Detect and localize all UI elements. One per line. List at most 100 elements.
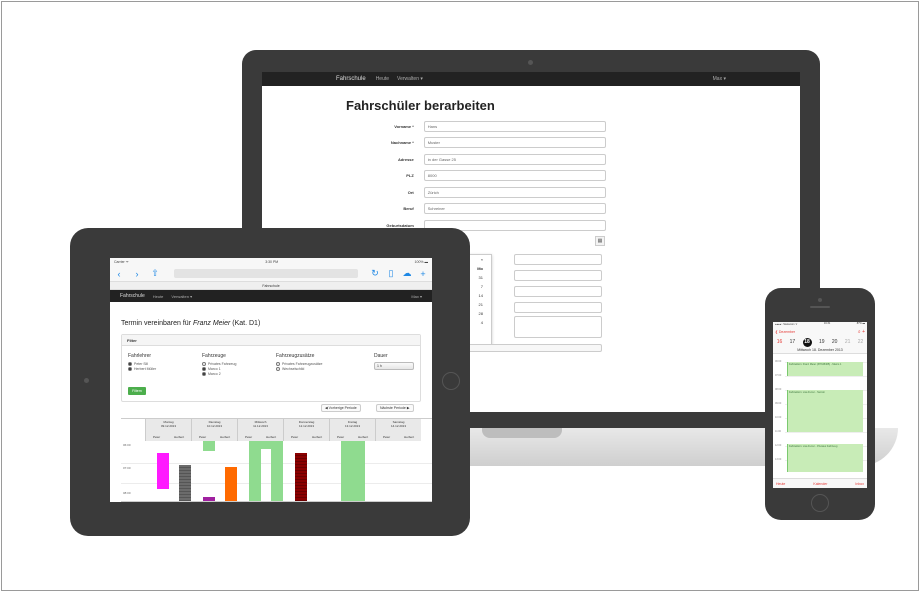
reload-icon[interactable]: ↻ [370, 268, 380, 279]
cloud-icon[interactable]: ☁ [402, 268, 412, 279]
calendar-event[interactable]: Fahrlektion: Franz Meier (ZH345465) - Ma… [787, 362, 863, 376]
option-label: Marco 2 [208, 372, 221, 376]
dauer-select[interactable]: 1 h [374, 362, 414, 370]
bookmarks-icon[interactable]: ▯ [386, 268, 396, 279]
tablet-home-button[interactable] [442, 372, 460, 390]
appointment-block[interactable] [295, 453, 307, 502]
sub-col-label: Peter [382, 435, 391, 439]
ort-input[interactable]: Zürich [423, 186, 606, 198]
day-cell[interactable]: 21 [845, 339, 851, 345]
day-timeline: 06:00 07:00 08:00 09:00 10:00 11:00 12:0… [773, 358, 867, 476]
tab-inbox[interactable]: Inbox [855, 482, 864, 486]
share-icon[interactable]: ⇧ [150, 268, 160, 279]
tablet-navbar: Fahrschule Heute Verwalten ▾ Max ▾ [110, 290, 432, 302]
checkbox-unchecked[interactable] [276, 367, 280, 371]
notes-textarea[interactable] [514, 316, 602, 338]
free-slot-block[interactable] [203, 441, 215, 451]
appointment-block[interactable] [225, 467, 237, 502]
filter-option[interactable]: Privates Fahrzeugzusätze [276, 362, 322, 366]
calendar-event[interactable]: Fahrlektion: Lisa Furrer - Suzuki [787, 390, 863, 432]
day-subcolumns: Peter Herbert [238, 435, 283, 439]
plz-input[interactable]: 8000 [423, 170, 606, 181]
title-prefix: Termin vereinbaren für [121, 320, 193, 327]
appointment-block[interactable] [157, 453, 169, 489]
checkbox-checked[interactable] [202, 372, 206, 376]
checkbox-checked[interactable] [202, 367, 206, 371]
checkbox-checked[interactable] [128, 362, 132, 366]
nachname-input[interactable]: Muster [423, 137, 606, 148]
free-slot-block[interactable] [341, 441, 365, 502]
extra-input[interactable] [514, 302, 602, 313]
time-label: 13:00 [775, 458, 782, 461]
filter-option[interactable]: Herbert Müller [128, 367, 156, 371]
search-add-icons[interactable]: ⌕ + [858, 329, 865, 335]
browser-tab-title[interactable]: Fahrschule [110, 282, 432, 290]
nav-item-heute[interactable]: Heute [376, 76, 389, 82]
filter-option[interactable]: Peter Sill [128, 362, 156, 366]
sub-col-label: Herbert [220, 435, 231, 439]
status-time: 3:30 PM [265, 260, 279, 264]
day-cell[interactable]: 22 [858, 339, 864, 345]
phone-speaker [810, 306, 830, 308]
nav-item-verwalten[interactable]: Verwalten ▾ [171, 294, 192, 299]
filter-column-fahrzeugzusaetze: Fahrzeugzusätze Privates Fahrzeugzusätze… [276, 353, 322, 372]
hour-line [785, 376, 867, 377]
back-icon[interactable]: ‹ [114, 269, 124, 279]
nav-user-menu[interactable]: Max ▾ [713, 76, 726, 82]
extra-input[interactable] [514, 270, 602, 281]
day-cell-selected[interactable]: 18 [802, 337, 812, 347]
day-cell[interactable]: 17 [790, 339, 796, 345]
calendar-icon[interactable]: ▦ [595, 236, 605, 246]
calendar-event[interactable]: Fahrlektion: Lisa Furrer - Privates Fahr… [787, 444, 863, 472]
day-cell[interactable]: 20 [832, 339, 838, 345]
forward-icon[interactable]: › [132, 269, 142, 279]
nav-user-menu[interactable]: Max ▾ [411, 294, 422, 299]
sub-col-label: Herbert [312, 435, 323, 439]
phone-home-button[interactable] [811, 494, 829, 512]
nav-brand[interactable]: Fahrschule [336, 76, 366, 82]
tablet-device: Carrier ᯤ 3:30 PM 100% ▬ ‹ › ⇧ ↻ ▯ ☁ + F… [70, 228, 470, 536]
vorname-input[interactable]: Hans [423, 120, 606, 132]
nav-brand[interactable]: Fahrschule [120, 293, 145, 299]
calendar-grid: Montag 09.12.2013 Peter Herbert Dienstag … [121, 418, 432, 502]
address-bar[interactable] [174, 269, 358, 278]
free-slot-block[interactable] [271, 441, 283, 502]
carrier-label: ●●●●○ Swisscom ᯤ [775, 323, 798, 326]
adresse-input[interactable]: in der Gasse 25 [423, 153, 606, 165]
filter-column-heading: Fahrlehrer [128, 353, 152, 359]
day-subcolumns: Peter Herbert [284, 435, 329, 439]
calendar-header: ❮ Dezember ⌕ + [773, 327, 867, 336]
tab-heute[interactable]: Heute [776, 482, 785, 486]
day-date: 09.12.2013 [160, 424, 176, 428]
prev-period-button[interactable]: ◀ Vorherige Periode [321, 404, 361, 412]
appointment-block[interactable] [179, 465, 191, 502]
nav-item-heute[interactable]: Heute [153, 294, 164, 299]
day-cell[interactable]: 19 [819, 339, 825, 345]
beruf-input[interactable]: Schreiner [423, 203, 606, 214]
extra-input[interactable] [514, 286, 602, 297]
extra-input[interactable] [514, 254, 602, 265]
filter-option[interactable]: Privates Fahrzeug [202, 362, 236, 366]
day-cell[interactable]: 16 [777, 339, 783, 345]
back-to-month-button[interactable]: ❮ Dezember [775, 330, 795, 334]
checkbox-unchecked[interactable] [202, 362, 206, 366]
laptop-notch [482, 428, 562, 438]
filter-option[interactable]: Marco 2 [202, 372, 236, 376]
next-period-button[interactable]: Nächste Periode ▶ [376, 404, 414, 412]
free-slot-block[interactable] [249, 441, 261, 502]
time-label: 08:00 [775, 388, 782, 391]
form-row-plz: PLZ 8000 [346, 168, 606, 184]
filter-option[interactable]: Marco 1 [202, 367, 236, 371]
free-slot-block[interactable] [261, 441, 271, 449]
tab-kalender[interactable]: Kalender [813, 482, 827, 486]
field-label: Nachname * [390, 140, 414, 145]
new-tab-icon[interactable]: + [418, 269, 428, 279]
nav-item-verwalten[interactable]: Verwalten ▾ [397, 76, 423, 82]
filter-option[interactable]: Wechselschild [276, 367, 322, 371]
checkbox-unchecked[interactable] [276, 362, 280, 366]
laptop-navbar: Fahrschule Heute Verwalten ▾ Max ▾ [262, 72, 800, 86]
option-label: Herbert Müller [134, 367, 157, 371]
hour-line [785, 432, 867, 433]
checkbox-checked[interactable] [128, 367, 132, 371]
filter-button[interactable]: Filtern [128, 387, 146, 395]
